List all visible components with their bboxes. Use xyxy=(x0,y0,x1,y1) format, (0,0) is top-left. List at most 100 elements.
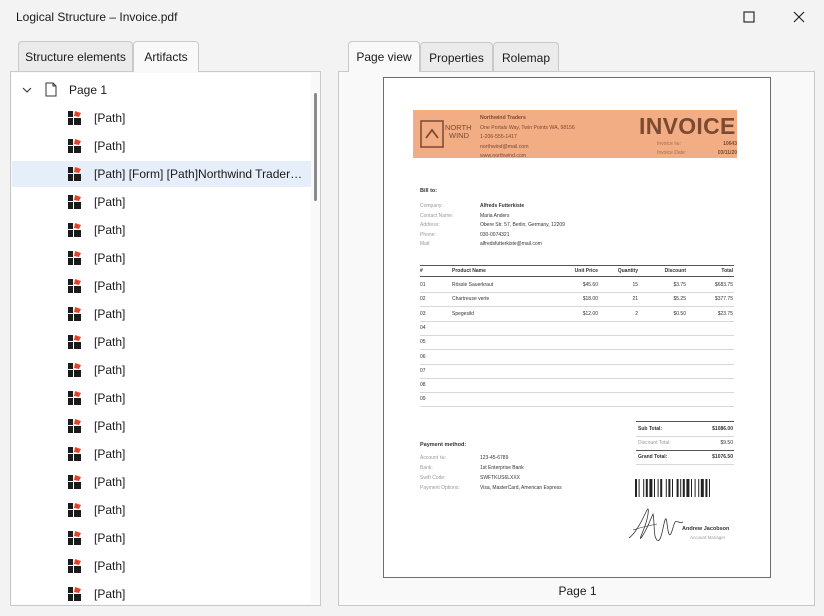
path-artifact-icon xyxy=(68,251,81,265)
totals-value: $1076.50 xyxy=(712,454,733,460)
table-row-rule xyxy=(420,363,734,365)
tree-item[interactable]: [Path] xyxy=(12,553,311,579)
invoice-date: 03/11/20 xyxy=(717,150,737,156)
invoice-header: NORTH WIND Northwind Traders One Portals… xyxy=(413,110,737,159)
scrollbar-thumb[interactable] xyxy=(314,93,317,201)
bill-label: Address: xyxy=(420,222,440,228)
table-cell: 03 xyxy=(420,310,426,317)
table-header-cell: Product Name xyxy=(452,268,486,274)
table-header-cell: Unit Price xyxy=(574,268,598,274)
table-cell: 02 xyxy=(420,296,426,303)
tree-item[interactable]: [Path] xyxy=(12,441,311,467)
table-cell: 15 xyxy=(632,282,638,288)
payment-label: Swift Code: xyxy=(420,475,446,481)
tree-item-label: [Path] xyxy=(94,139,126,153)
signer-title: Account Manager xyxy=(690,535,726,540)
tab-artifacts[interactable]: Artifacts xyxy=(133,41,199,72)
tab-properties[interactable]: Properties xyxy=(420,42,493,72)
artifacts-panel: Page 1 [Path] [Path] [Path] [Form] [Path]N… xyxy=(10,71,321,606)
tree-item-label: [Path] xyxy=(94,475,126,489)
bill-value: alfredsfutterkiste@mail.com xyxy=(480,241,542,247)
tab-structure-elements[interactable]: Structure elements xyxy=(18,41,133,71)
payment-value: 123-45-6789 xyxy=(480,455,509,461)
tree-item-label: [Path] xyxy=(94,447,126,461)
tree-item[interactable]: [Path] xyxy=(12,301,311,327)
table-header-cell: Quantity xyxy=(617,268,638,274)
totals-label: Sub Total: xyxy=(638,426,663,432)
tab-label: Structure elements xyxy=(25,49,126,64)
tab-label: Page view xyxy=(356,50,412,64)
logo-text: NORTH WIND xyxy=(445,124,472,140)
bill-value: 030-0074321 xyxy=(480,231,510,238)
tree-item[interactable]: [Path] xyxy=(12,581,311,604)
artifacts-tree[interactable]: Page 1 [Path] [Path] [Path] [Form] [Path]N… xyxy=(12,73,311,604)
page-icon xyxy=(45,82,57,97)
path-artifact-icon xyxy=(68,307,81,321)
tree-item[interactable]: [Path] xyxy=(12,497,311,523)
close-button[interactable] xyxy=(779,4,819,30)
chevron-down-icon[interactable] xyxy=(22,86,32,94)
tree-item[interactable]: [Path] xyxy=(12,413,311,439)
tree-item[interactable]: [Path] xyxy=(12,273,311,299)
barcode xyxy=(635,479,710,497)
table-cell: $5.25 xyxy=(673,296,686,303)
path-artifact-icon xyxy=(68,531,81,545)
totals-rule xyxy=(636,450,734,451)
path-artifact-icon xyxy=(68,587,81,601)
table-cell: 08 xyxy=(420,382,426,389)
bill-label: Contact Name: xyxy=(420,212,454,219)
signature-image xyxy=(628,508,684,541)
tree-scrollbar[interactable] xyxy=(312,73,320,604)
tree-item[interactable]: [Path] xyxy=(12,217,311,243)
maximize-icon xyxy=(743,11,755,23)
tree-item[interactable]: [Path] [Form] [Path]Northwind Traders[P.… xyxy=(12,161,311,187)
tree-root-page-1[interactable]: Page 1 xyxy=(12,77,311,103)
tree-item-label: [Path] xyxy=(94,363,126,377)
company-email: northwind@mail.com xyxy=(480,143,529,150)
invoice-meta-labels: Invoice №: Invoice Date: xyxy=(657,140,686,158)
table-cell: 04 xyxy=(420,324,426,331)
path-artifact-icon xyxy=(68,335,81,349)
totals-value: $1086.00 xyxy=(712,426,733,432)
table-row-rule xyxy=(420,377,734,379)
table-cell: $377.75 xyxy=(714,296,733,303)
table-cell: $683.75 xyxy=(714,282,733,288)
tab-rolemap[interactable]: Rolemap xyxy=(493,42,559,72)
tree-root-label: Page 1 xyxy=(69,83,108,97)
page-caption: Page 1 xyxy=(558,584,597,598)
totals-value: $9.50 xyxy=(720,440,733,446)
title-bar: Logical Structure – Invoice.pdf xyxy=(0,0,824,34)
bill-value: Maria Anders xyxy=(480,212,510,219)
tree-item[interactable]: [Path] xyxy=(12,525,311,551)
invoice-title: INVOICE xyxy=(639,113,736,139)
payment-value: SWFTKUS6LXXX xyxy=(480,475,521,481)
tab-label: Rolemap xyxy=(501,50,551,65)
company-address: One Portals Way, Twin Points WA, 98156 xyxy=(480,124,575,131)
tree-item[interactable]: [Path] xyxy=(12,105,311,131)
tree-item[interactable]: [Path] xyxy=(12,189,311,215)
payment-label: Account №: xyxy=(420,455,447,461)
tree-item-label: [Path] xyxy=(94,587,126,601)
table-row-rule xyxy=(420,306,734,308)
tree-item[interactable]: [Path] xyxy=(12,357,311,383)
table-top-rule xyxy=(420,265,734,266)
tree-item[interactable]: [Path] xyxy=(12,469,311,495)
path-artifact-icon xyxy=(68,363,81,377)
table-row-rule xyxy=(420,334,734,336)
tree-item-label: [Path] xyxy=(94,279,126,293)
payment-label: Bank: xyxy=(420,465,433,471)
bill-value: Obere Str. 57, Berlin, Germany, 12209 xyxy=(480,222,565,228)
tree-item[interactable]: [Path] xyxy=(12,133,311,159)
payment-method-heading: Payment method: xyxy=(420,442,467,448)
maximize-button[interactable] xyxy=(729,4,769,30)
pdf-page-preview[interactable]: NORTH WIND Northwind Traders One Portals… xyxy=(383,77,771,578)
tree-item-label: [Path] [Form] [Path]Northwind Traders[P.… xyxy=(94,167,304,181)
tree-item[interactable]: [Path] xyxy=(12,385,311,411)
tree-item[interactable]: [Path] xyxy=(12,329,311,355)
tree-item-label: [Path] xyxy=(94,335,126,349)
bill-value: Alfreds Futterkiste xyxy=(480,203,525,209)
tab-page-view[interactable]: Page view xyxy=(348,41,420,72)
table-row-rule xyxy=(420,320,734,322)
table-cell: $3.75 xyxy=(673,282,686,288)
tree-item[interactable]: [Path] xyxy=(12,245,311,271)
